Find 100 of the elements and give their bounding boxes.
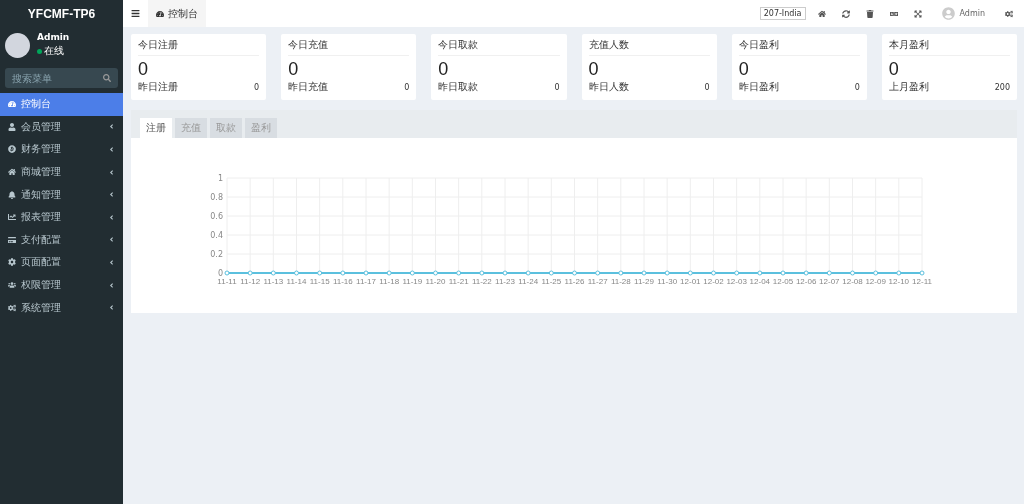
data-point — [826, 270, 832, 276]
stat-title: 今日盈利 — [738, 38, 860, 56]
data-point — [247, 270, 253, 276]
bell-icon — [8, 190, 16, 199]
stat-sub-value: 0 — [854, 82, 860, 92]
stat-title: 本月盈利 — [888, 38, 1010, 56]
data-point — [340, 270, 346, 276]
data-point — [548, 270, 554, 276]
data-point — [664, 270, 670, 276]
stat-sub-label: 昨日注册 — [138, 80, 178, 94]
dashboard-icon — [8, 100, 16, 109]
menu-item[interactable]: 页面配置 — [0, 251, 123, 274]
stat-value: 0 — [438, 58, 450, 80]
data-point — [433, 270, 438, 276]
data-point — [572, 270, 577, 276]
data-point — [618, 270, 624, 276]
data-point — [873, 270, 879, 276]
stat-sub-label: 昨日人数 — [588, 80, 629, 94]
stat-value: 0 — [888, 58, 900, 80]
gears-icon — [8, 303, 16, 312]
stat-sub-label: 昨日盈利 — [738, 80, 779, 94]
data-point — [479, 270, 485, 276]
card-icon — [8, 235, 16, 244]
menu-item[interactable]: 通知管理 — [0, 183, 123, 206]
stat-sub-value: 0 — [704, 82, 710, 92]
axis-tick-label: 0 — [217, 269, 223, 278]
data-point — [502, 270, 508, 276]
stat-sub-value: 0 — [404, 82, 410, 92]
axis-tick-label: 12-02 — [703, 277, 724, 286]
stat-value: 0 — [138, 58, 149, 80]
axis-tick-label: 1 — [217, 174, 223, 183]
data-point — [595, 270, 601, 276]
stat-title: 充值人数 — [588, 38, 710, 56]
axis-tick-label: 0.8 — [210, 193, 223, 202]
refresh-icon[interactable] — [841, 9, 850, 18]
menu-item[interactable]: 支付配置 — [0, 228, 123, 252]
menu-item[interactable]: 报表管理 — [0, 205, 123, 229]
page-tab[interactable]: 控制台 — [148, 0, 206, 27]
avatar — [5, 32, 30, 58]
axis-tick-label: 0.2 — [210, 250, 223, 259]
menu-item[interactable]: 会员管理 — [0, 115, 123, 139]
axis-tick-label: 12-11 — [912, 277, 932, 286]
menu-item[interactable]: 财务管理 — [0, 138, 123, 161]
data-point — [919, 270, 925, 276]
data-point — [687, 270, 693, 276]
axis-tick-label: 0.6 — [210, 212, 223, 221]
axis-tick-label: 11-17 — [356, 277, 376, 286]
menu-item[interactable]: 控制台 — [0, 93, 123, 116]
avatar-icon — [941, 7, 955, 20]
stat-value: 0 — [288, 58, 300, 80]
data-point — [803, 270, 809, 276]
axis-tick-label: 12-05 — [772, 277, 794, 286]
home-icon — [8, 168, 16, 177]
axis-tick-label: 11-15 — [309, 277, 330, 286]
chart-tab[interactable]: 注册 — [140, 118, 172, 138]
axis-tick-label: 11-28 — [610, 277, 631, 286]
menu-icon[interactable] — [131, 9, 140, 18]
axis-tick-label: 0.4 — [210, 231, 223, 240]
axis-tick-label: 11-14 — [286, 277, 307, 286]
axis-tick-label: 12-04 — [749, 277, 771, 286]
axis-tick-label: 11-26 — [564, 277, 585, 286]
stat-title: 今日充值 — [288, 38, 410, 56]
menu-item[interactable]: 系统管理 — [0, 296, 123, 319]
gear-icon — [8, 258, 16, 267]
search-icon — [103, 74, 111, 82]
trash-icon[interactable] — [865, 9, 874, 18]
user-name: Admin — [37, 32, 70, 42]
home-icon[interactable] — [817, 9, 826, 18]
axis-tick-label: 12-07 — [819, 277, 840, 286]
axis-tick-label: 11-20 — [425, 277, 446, 286]
axis-tick-label: 12-09 — [865, 277, 886, 286]
chart-icon — [8, 213, 16, 222]
data-point — [757, 270, 763, 276]
menu-item[interactable]: 权限管理 — [0, 273, 123, 297]
stat-sub-value: 200 — [994, 82, 1010, 92]
axis-tick-label: 11-11 — [217, 277, 237, 286]
axis-tick-label: 11-21 — [448, 277, 469, 286]
data-point — [711, 270, 716, 276]
data-point — [850, 270, 855, 276]
axis-tick-label: 11-27 — [587, 277, 608, 286]
data-point — [224, 270, 230, 276]
axis-tick-label: 11-24 — [518, 277, 539, 286]
stat-sub-value: 0 — [254, 82, 260, 92]
data-point — [409, 270, 415, 276]
data-point — [734, 270, 740, 276]
stat-sub-label: 上月盈利 — [888, 80, 929, 94]
axis-tick-label: 11-30 — [657, 277, 678, 286]
user-icon — [8, 122, 16, 131]
settings-icon[interactable] — [1005, 9, 1013, 18]
search-field[interactable]: 搜索菜单 — [5, 68, 118, 88]
fullscreen-icon[interactable] — [913, 9, 922, 18]
axis-tick-label: 12-10 — [888, 277, 910, 286]
menu-item[interactable]: 商城管理 — [0, 160, 123, 184]
data-point — [294, 270, 299, 276]
axis-tick-label: 11-19 — [402, 277, 423, 286]
data-point — [525, 270, 531, 276]
stat-sub-label: 昨日取款 — [438, 80, 479, 94]
data-point — [363, 270, 369, 276]
user-menu[interactable]: Admin — [941, 7, 985, 20]
axis-tick-label: 11-18 — [379, 277, 400, 286]
